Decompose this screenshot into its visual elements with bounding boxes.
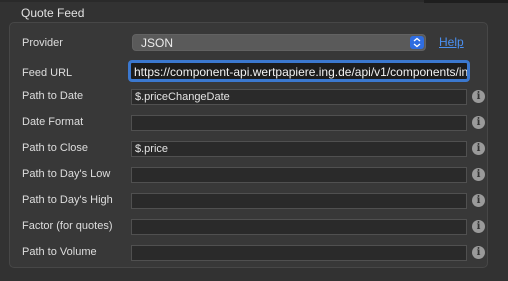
- date-format-input[interactable]: [131, 115, 467, 131]
- path-to-days-low-input[interactable]: [131, 167, 467, 183]
- group-title: Quote Feed: [21, 6, 85, 20]
- date-format-label: Date Format: [22, 116, 84, 128]
- path-to-volume-input[interactable]: [131, 245, 467, 261]
- path-to-days-high-label: Path to Day's High: [22, 194, 113, 206]
- updown-chevron-icon: [410, 36, 424, 49]
- path-to-close-input[interactable]: $.price: [131, 141, 467, 157]
- provider-select-value: JSON: [141, 36, 174, 50]
- provider-select[interactable]: JSON: [132, 34, 426, 51]
- provider-label: Provider: [22, 37, 63, 49]
- path-to-close-value: $.price: [135, 143, 169, 155]
- info-icon[interactable]: i: [472, 142, 485, 155]
- info-icon[interactable]: i: [472, 116, 485, 129]
- feed-url-input[interactable]: https://component-api.wertpapiere.ing.de…: [128, 60, 470, 82]
- info-icon[interactable]: i: [472, 168, 485, 181]
- info-icon[interactable]: i: [472, 220, 485, 233]
- path-to-close-label: Path to Close: [22, 142, 89, 154]
- info-icon[interactable]: i: [472, 194, 485, 207]
- path-to-days-low-label: Path to Day's Low: [22, 168, 111, 180]
- info-icon[interactable]: i: [472, 90, 485, 103]
- path-to-date-value: $.priceChangeDate: [135, 91, 230, 103]
- factor-input[interactable]: [131, 219, 467, 235]
- path-to-date-label: Path to Date: [22, 90, 84, 102]
- factor-label: Factor (for quotes): [22, 220, 113, 232]
- path-to-date-input[interactable]: $.priceChangeDate: [131, 89, 467, 105]
- feed-url-label: Feed URL: [22, 67, 73, 79]
- top-right-edge: [424, 0, 508, 3]
- path-to-days-high-input[interactable]: [131, 193, 467, 209]
- feed-url-value: https://component-api.wertpapiere.ing.de…: [134, 65, 469, 79]
- path-to-volume-label: Path to Volume: [22, 246, 97, 258]
- info-icon[interactable]: i: [472, 246, 485, 259]
- help-link[interactable]: Help: [439, 35, 464, 49]
